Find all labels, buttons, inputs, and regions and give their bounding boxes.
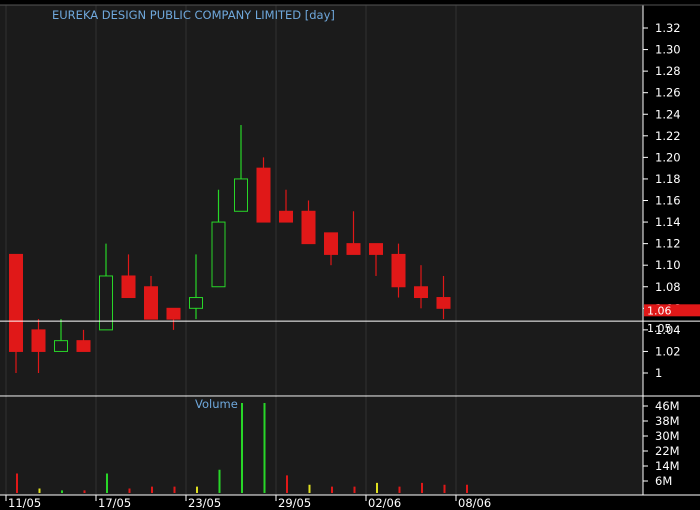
price-tick-label: 1: [655, 366, 662, 380]
price-tick-label: 1.24: [655, 107, 681, 121]
candle-body: [211, 221, 226, 288]
price-tick-label: 1.26: [655, 86, 681, 100]
price-tick-label: 1.14: [655, 215, 681, 229]
price-tick-label: 1.20: [655, 150, 681, 164]
volume-tick-label: 22M: [655, 444, 680, 458]
volume-tick-label: 38M: [655, 414, 680, 428]
candle-body: [324, 232, 338, 255]
volume-tick-label: 14M: [655, 459, 680, 473]
price-tick-label: 1.12: [655, 237, 681, 251]
candle-body: [54, 340, 68, 352]
candle-body: [391, 253, 406, 288]
candle-body: [189, 297, 203, 309]
candle-body: [256, 167, 271, 223]
candle-body: [346, 243, 361, 255]
chart-title: EUREKA DESIGN PUBLIC COMPANY LIMITED [da…: [52, 8, 335, 22]
reference-line-label: 1.05: [647, 322, 672, 335]
price-tick-label: 1.28: [655, 64, 681, 78]
price-tick-label: 1.22: [655, 129, 681, 143]
price-tick-label: 1.10: [655, 258, 681, 272]
price-tick-label: 1.08: [655, 280, 681, 294]
date-tick-label: 17/05: [98, 496, 131, 510]
candle-body: [144, 286, 158, 320]
date-tick-label: 08/06: [458, 496, 491, 510]
candle-body: [301, 210, 316, 245]
candle-body: [369, 243, 383, 255]
candle-body: [234, 178, 248, 212]
candle-body: [436, 297, 451, 309]
volume-tick-label: 46M: [655, 399, 680, 413]
price-tick-label: 1.18: [655, 172, 681, 186]
volume-tick-label: 30M: [655, 429, 680, 443]
volume-tick-label: 6M: [655, 474, 672, 488]
current-price-label: 1.06: [647, 304, 672, 317]
price-tick-label: 1.32: [655, 21, 681, 35]
candle-body: [166, 307, 181, 320]
candle-body: [121, 275, 136, 299]
date-tick-label: 23/05: [188, 496, 221, 510]
price-tick-label: 1.30: [655, 43, 681, 57]
candle-body: [76, 340, 91, 352]
date-tick-label: 02/06: [368, 496, 401, 510]
candle-body: [99, 275, 113, 331]
price-tick-label: 1.02: [655, 344, 681, 358]
stock-chart: 1.32 1.30 1.28 1.26 1.24 1.22 1.20 1.18 1.16 1.14…: [0, 0, 700, 510]
date-tick-label: 29/05: [278, 496, 311, 510]
candle-body: [31, 329, 46, 352]
candle-body: [414, 286, 428, 299]
date-tick-label: 11/05: [8, 496, 41, 510]
price-tick-label: 1.16: [655, 194, 681, 208]
candle-body: [279, 210, 293, 223]
candle-body: [9, 253, 23, 352]
volume-title: Volume: [195, 397, 238, 411]
